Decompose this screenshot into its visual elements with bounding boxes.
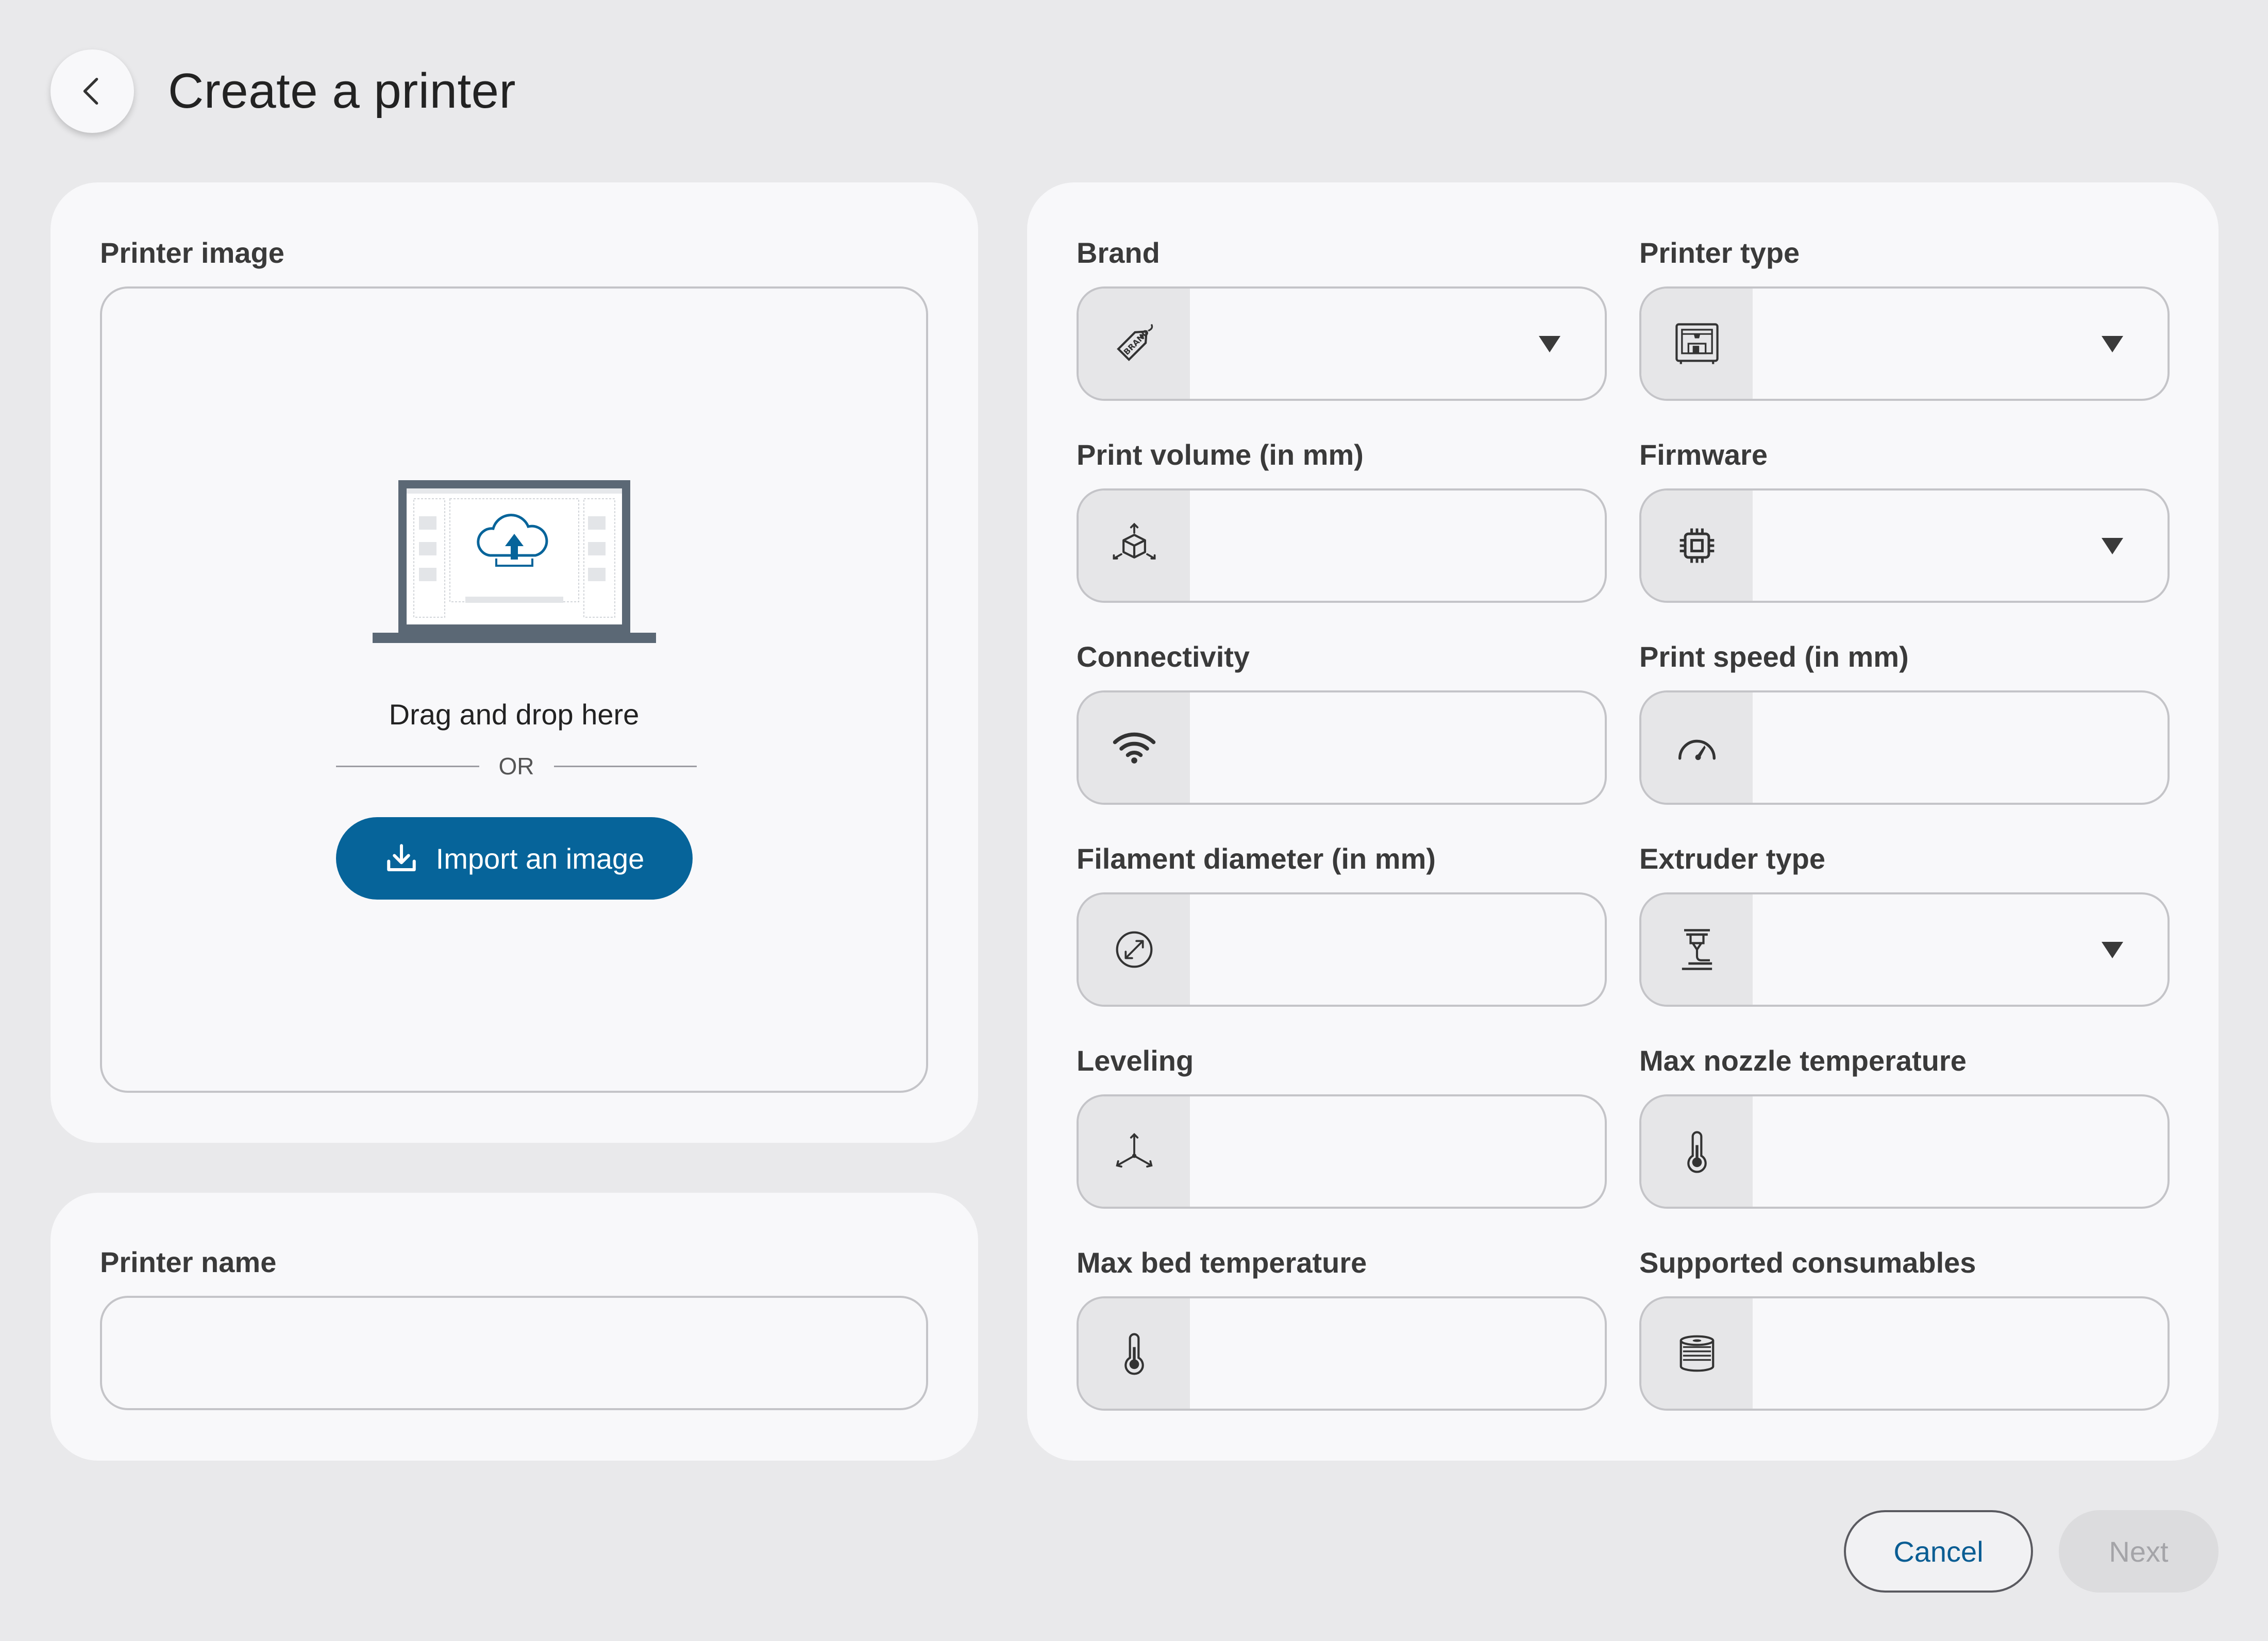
dropdown-caret-icon [2102,538,2123,554]
back-button[interactable] [51,49,134,133]
speedometer-icon [1678,739,1716,760]
brand-select[interactable]: BRAND [1077,286,1607,401]
printer-type-select[interactable] [1639,286,2170,401]
dropdown-caret-icon [1539,336,1560,352]
import-image-label: Import an image [435,842,645,875]
printer-name-input[interactable] [100,1296,928,1410]
print-speed-label: Print speed (in mm) [1639,640,1909,673]
dropdown-caret-icon [2102,336,2123,352]
download-icon [387,844,416,872]
or-divider: OR [336,752,697,780]
image-dropzone[interactable]: Drag and drop here OR Import an image [100,286,928,1093]
thermometer-icon [1687,1131,1707,1173]
cube-icon [1113,522,1156,560]
diameter-icon [1116,931,1153,968]
print-volume-label: Print volume (in mm) [1077,438,1364,471]
leveling-label: Leveling [1077,1044,1194,1077]
divider-line [553,765,697,767]
printer-type-label: Printer type [1639,236,1800,269]
filament-diameter-label: Filament diameter (in mm) [1077,842,1436,875]
laptop-upload-illustration [373,480,656,643]
printer-image-label: Printer image [100,236,284,269]
extruder-type-select[interactable] [1639,892,2170,1007]
wifi-icon [1113,732,1156,764]
thermometer-icon [1124,1333,1144,1375]
supported-consumables-input[interactable] [1639,1296,2170,1411]
divider-line [336,765,479,767]
printer-image-card: Printer image Drag and drop here OR Impo… [51,182,978,1143]
max-nozzle-temperature-input[interactable] [1639,1094,2170,1209]
drag-drop-text: Drag and drop here [389,698,640,731]
page-header: Create a printer [51,49,516,133]
chevron-left-icon [83,78,98,105]
cancel-button[interactable]: Cancel [1844,1510,2033,1593]
connectivity-label: Connectivity [1077,640,1250,673]
printer-icon [1675,323,1719,364]
axes-icon [1116,1133,1153,1168]
chip-icon [1679,528,1715,563]
printer-name-label: Printer name [100,1246,277,1278]
firmware-label: Firmware [1639,438,1768,471]
printer-name-card: Printer name [51,1193,978,1461]
dropdown-caret-icon [2102,942,2123,958]
filament-spool-icon [1679,1335,1715,1372]
firmware-select[interactable] [1639,488,2170,603]
page-title: Create a printer [168,63,516,119]
brand-label: Brand [1077,236,1160,269]
next-button[interactable]: Next [2059,1510,2219,1593]
filament-diameter-input[interactable] [1077,892,1607,1007]
connectivity-input[interactable] [1077,690,1607,805]
print-speed-input[interactable] [1639,690,2170,805]
max-bed-temperature-label: Max bed temperature [1077,1246,1367,1279]
max-bed-temperature-input[interactable] [1077,1296,1607,1411]
print-volume-input[interactable] [1077,488,1607,603]
max-nozzle-temperature-label: Max nozzle temperature [1639,1044,1967,1077]
extruder-type-label: Extruder type [1639,842,1825,875]
leveling-input[interactable] [1077,1094,1607,1209]
printer-specs-card: Brand BRAND Printer type Print volume (i… [1027,182,2219,1461]
extruder-icon [1682,929,1712,970]
supported-consumables-label: Supported consumables [1639,1246,1976,1279]
brand-tag-icon: BRAND [1117,324,1153,361]
or-text: OR [498,753,534,780]
import-image-button[interactable]: Import an image [336,817,693,900]
